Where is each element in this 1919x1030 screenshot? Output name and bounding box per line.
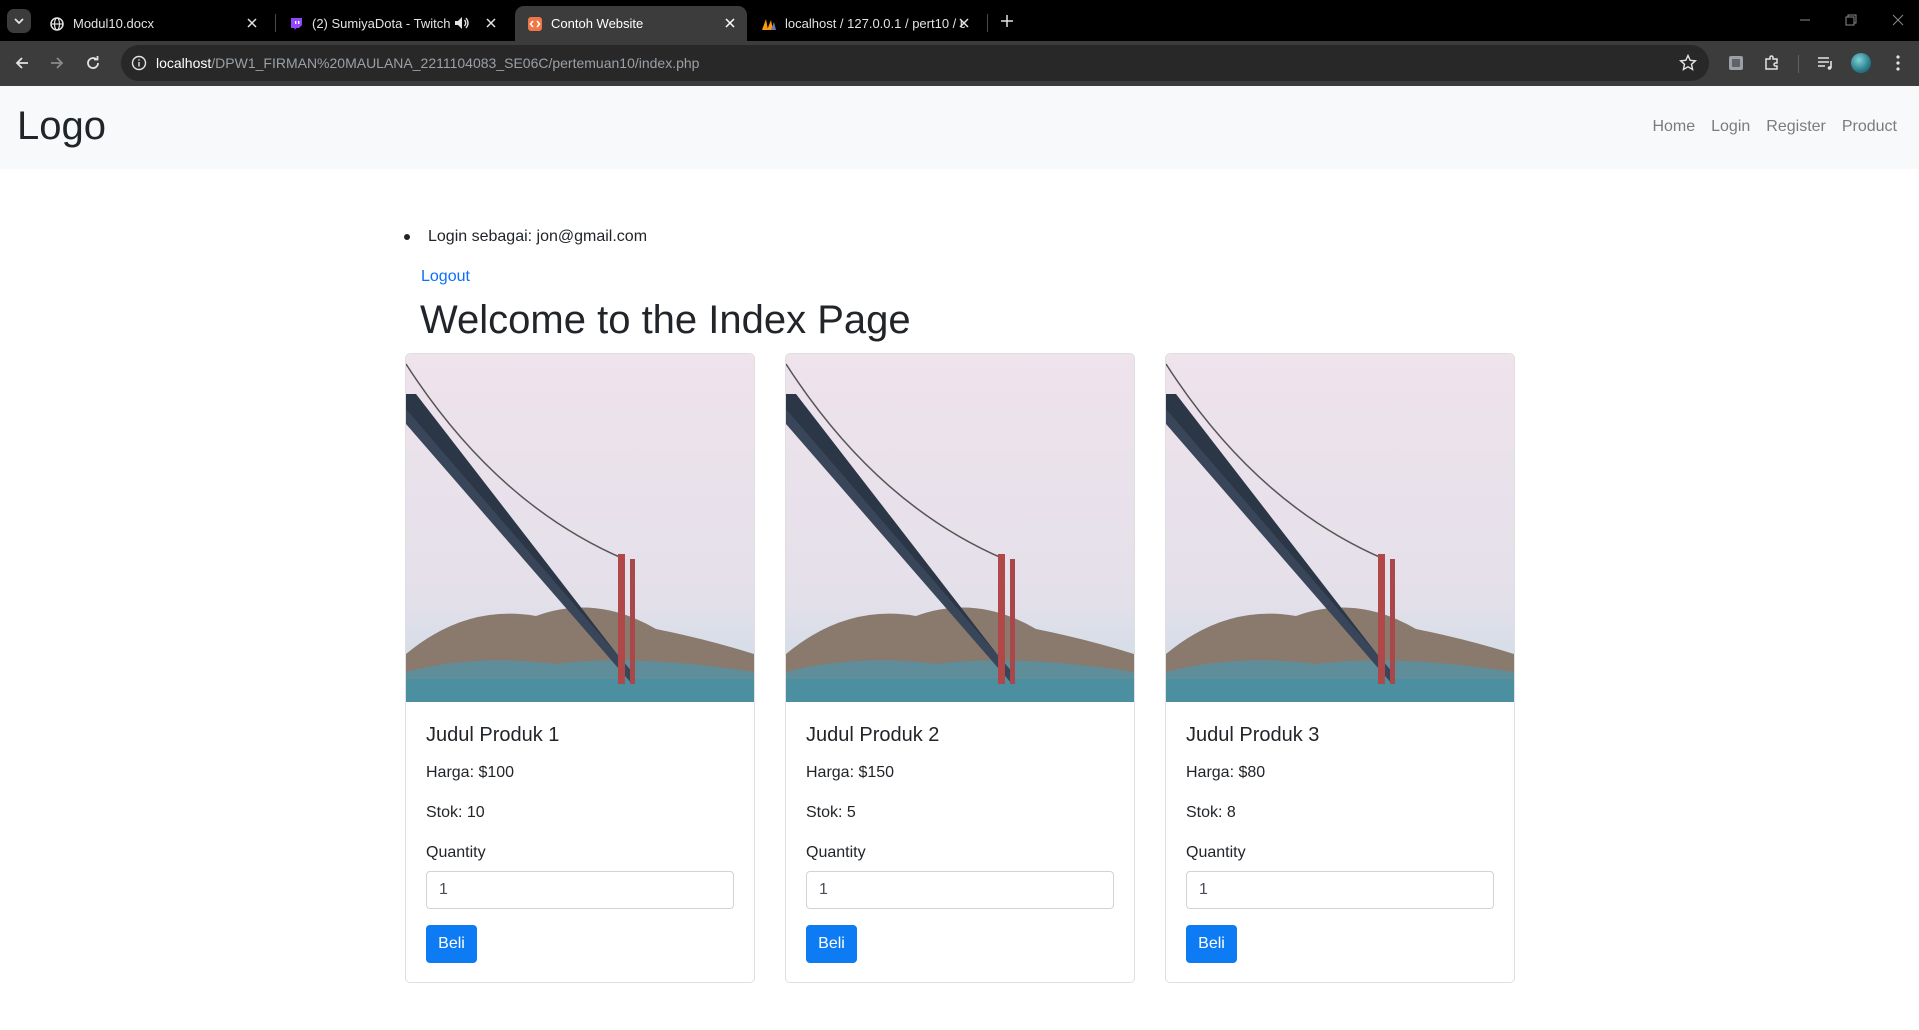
tab-title: (2) SumiyaDota - Twitch bbox=[312, 16, 451, 31]
browser-menu-button[interactable] bbox=[1884, 49, 1912, 77]
puzzle-icon bbox=[1765, 55, 1778, 70]
media-control-button[interactable] bbox=[1812, 49, 1840, 77]
more-vertical-icon bbox=[1896, 55, 1900, 71]
browser-tab-strip: Modul10.docx (2) SumiyaDota - Twitch Con… bbox=[0, 0, 1919, 41]
nav-register[interactable]: Register bbox=[1750, 118, 1826, 136]
quantity-input[interactable] bbox=[1186, 871, 1494, 909]
close-tab-icon[interactable] bbox=[723, 16, 737, 30]
product-image bbox=[1166, 354, 1514, 702]
phpmyadmin-icon bbox=[761, 16, 777, 32]
product-image bbox=[406, 354, 754, 702]
browser-toolbar: localhost/DPW1_FIRMAN%20MAULANA_22111040… bbox=[0, 41, 1919, 86]
tab-phpmyadmin[interactable]: localhost / 127.0.0.1 / pert10 / u bbox=[749, 6, 981, 41]
quantity-input[interactable] bbox=[426, 871, 734, 909]
plus-icon bbox=[1001, 15, 1013, 27]
close-icon bbox=[1892, 14, 1904, 26]
nav-links: Home Login Register Product bbox=[1636, 118, 1897, 136]
product-card: Judul Produk 3 Harga: $80 Stok: 8 Quanti… bbox=[1165, 353, 1515, 983]
url-host: localhost bbox=[156, 55, 212, 71]
arrow-left-icon bbox=[15, 57, 28, 69]
tab-search-button[interactable] bbox=[7, 9, 31, 33]
quantity-label: Quantity bbox=[426, 844, 486, 861]
minimize-button[interactable] bbox=[1791, 8, 1819, 32]
minimize-icon bbox=[1800, 19, 1810, 21]
url-path: /DPW1_FIRMAN%20MAULANA_2211104083_SE06C/… bbox=[211, 55, 700, 71]
buy-button[interactable]: Beli bbox=[426, 925, 477, 963]
tab-divider bbox=[987, 14, 988, 32]
restore-icon bbox=[1845, 14, 1857, 26]
nav-login[interactable]: Login bbox=[1695, 118, 1750, 136]
tab-title: localhost / 127.0.0.1 / pert10 / u bbox=[785, 16, 965, 31]
close-window-button[interactable] bbox=[1884, 8, 1912, 32]
close-tab-icon[interactable] bbox=[245, 16, 259, 30]
info-icon[interactable] bbox=[131, 55, 147, 71]
product-stock: Stok: 10 bbox=[426, 804, 485, 821]
login-info-text: Login sebagai: jon@gmail.com bbox=[428, 228, 648, 245]
quantity-input[interactable] bbox=[806, 871, 1114, 909]
extensions-menu-button[interactable] bbox=[1758, 49, 1786, 77]
arrow-right-icon bbox=[51, 57, 64, 69]
extension-button[interactable] bbox=[1722, 49, 1750, 77]
forward-button[interactable] bbox=[43, 49, 71, 77]
login-info: Login sebagai: jon@gmail.com bbox=[404, 228, 647, 246]
product-card: Judul Produk 2 Harga: $150 Stok: 5 Quant… bbox=[785, 353, 1135, 983]
reload-icon bbox=[87, 56, 99, 69]
tab-title: Modul10.docx bbox=[73, 16, 154, 31]
twitch-icon bbox=[288, 16, 304, 32]
list-bullet bbox=[404, 234, 410, 240]
profile-avatar[interactable] bbox=[1851, 53, 1871, 73]
product-price: Harga: $150 bbox=[806, 764, 895, 781]
page-title: Welcome to the Index Page bbox=[420, 298, 911, 342]
code-icon bbox=[527, 16, 543, 32]
globe-icon bbox=[49, 16, 65, 32]
product-stock: Stok: 8 bbox=[1186, 804, 1236, 821]
speaker-icon[interactable] bbox=[454, 16, 470, 30]
reload-button[interactable] bbox=[79, 49, 107, 77]
chevron-down-icon bbox=[14, 18, 24, 25]
buy-button[interactable]: Beli bbox=[806, 925, 857, 963]
brand-logo[interactable]: Logo bbox=[17, 104, 106, 149]
tab-contoh-website[interactable]: Contoh Website bbox=[515, 6, 747, 41]
new-tab-button[interactable] bbox=[995, 9, 1019, 33]
quantity-label: Quantity bbox=[806, 844, 866, 861]
logout-link[interactable]: Logout bbox=[421, 268, 470, 286]
nav-home[interactable]: Home bbox=[1636, 118, 1695, 136]
product-image bbox=[786, 354, 1134, 702]
quantity-label: Quantity bbox=[1186, 844, 1246, 861]
extension-puzzle-icon bbox=[1729, 56, 1743, 70]
product-price: Harga: $80 bbox=[1186, 764, 1266, 781]
address-bar[interactable]: localhost/DPW1_FIRMAN%20MAULANA_22111040… bbox=[121, 45, 1709, 81]
product-title: Judul Produk 2 bbox=[806, 724, 940, 746]
product-title: Judul Produk 1 bbox=[426, 724, 560, 746]
site-navbar: Logo Home Login Register Product bbox=[0, 86, 1919, 169]
product-price: Harga: $100 bbox=[426, 764, 515, 781]
bookmark-star-icon[interactable] bbox=[1679, 54, 1697, 72]
close-tab-icon[interactable] bbox=[484, 16, 498, 30]
product-card: Judul Produk 1 Harga: $100 Stok: 10 Quan… bbox=[405, 353, 755, 983]
product-title: Judul Produk 3 bbox=[1186, 724, 1320, 746]
buy-button[interactable]: Beli bbox=[1186, 925, 1237, 963]
toolbar-divider bbox=[1798, 55, 1799, 73]
close-tab-icon[interactable] bbox=[957, 16, 971, 30]
playlist-icon bbox=[1818, 57, 1832, 70]
restore-button[interactable] bbox=[1837, 8, 1865, 32]
tab-modul10[interactable]: Modul10.docx bbox=[37, 6, 269, 41]
url-text[interactable]: localhost/DPW1_FIRMAN%20MAULANA_22111040… bbox=[156, 55, 699, 71]
product-stock: Stok: 5 bbox=[806, 804, 856, 821]
back-button[interactable] bbox=[8, 49, 36, 77]
nav-product[interactable]: Product bbox=[1826, 118, 1897, 136]
tab-title: Contoh Website bbox=[551, 16, 644, 31]
tab-twitch[interactable]: (2) SumiyaDota - Twitch bbox=[276, 6, 508, 41]
